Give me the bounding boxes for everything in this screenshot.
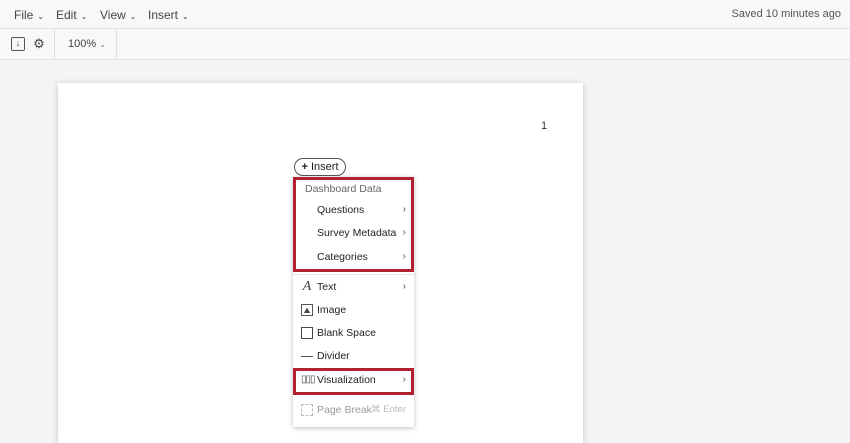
menu-view[interactable]: View ⌄ <box>100 8 137 22</box>
divider <box>293 274 414 275</box>
item-label: Text <box>317 281 337 293</box>
image-icon: ⛰ <box>301 304 313 316</box>
shortcut-label: ⌘ Enter <box>371 404 406 415</box>
menu-bar: File ⌄ Edit ⌄ View ⌄ Insert ⌄ Saved 10 minut… <box>0 0 850 29</box>
menu-file[interactable]: File ⌄ <box>14 8 44 22</box>
highlight-box <box>293 368 414 395</box>
menu-insert[interactable]: Insert ⌄ <box>148 8 189 22</box>
text-icon: A <box>302 279 312 294</box>
divider <box>54 29 55 59</box>
insert-label: Insert <box>310 161 339 173</box>
item-label: Image <box>317 304 347 316</box>
menu-item-image[interactable]: ⛰ Image <box>293 299 414 321</box>
menu-edit-label: Edit <box>56 8 77 22</box>
divider-icon <box>301 356 313 357</box>
menu-item-text[interactable]: A Text › <box>293 276 414 298</box>
saved-status: Saved 10 minutes ago <box>731 8 841 20</box>
menu-item-divider[interactable]: Divider <box>293 345 414 367</box>
menu-view-label: View <box>100 8 126 22</box>
menu-item-blank-space[interactable]: Blank Space <box>293 322 414 344</box>
item-label: Blank Space <box>317 327 376 339</box>
plus-icon: + <box>301 161 308 173</box>
item-label: Page Break <box>317 404 372 416</box>
menu-insert-label: Insert <box>148 8 179 22</box>
toolbar: ↓ ⚙ 100% ⌄ <box>0 29 850 60</box>
blank-space-icon <box>301 327 313 339</box>
menu-edit[interactable]: Edit ⌄ <box>56 8 87 22</box>
chevron-right-icon: › <box>402 281 406 292</box>
divider <box>116 29 117 59</box>
highlight-box <box>293 177 414 272</box>
menu-item-page-break[interactable]: Page Break ⌘ Enter <box>293 399 414 421</box>
page-break-icon <box>301 404 313 416</box>
zoom-select[interactable]: 100% ⌄ <box>68 38 106 50</box>
menu-file-label: File <box>14 8 34 22</box>
zoom-value: 100% <box>68 38 97 50</box>
export-icon[interactable]: ↓ <box>11 37 25 51</box>
page-number: 1 <box>541 120 548 132</box>
insert-button[interactable]: + Insert <box>294 158 346 176</box>
gear-icon[interactable]: ⚙ <box>32 37 46 51</box>
insert-menu: Dashboard Data Questions › Survey Metadat… <box>293 177 414 427</box>
item-label: Divider <box>317 350 350 362</box>
